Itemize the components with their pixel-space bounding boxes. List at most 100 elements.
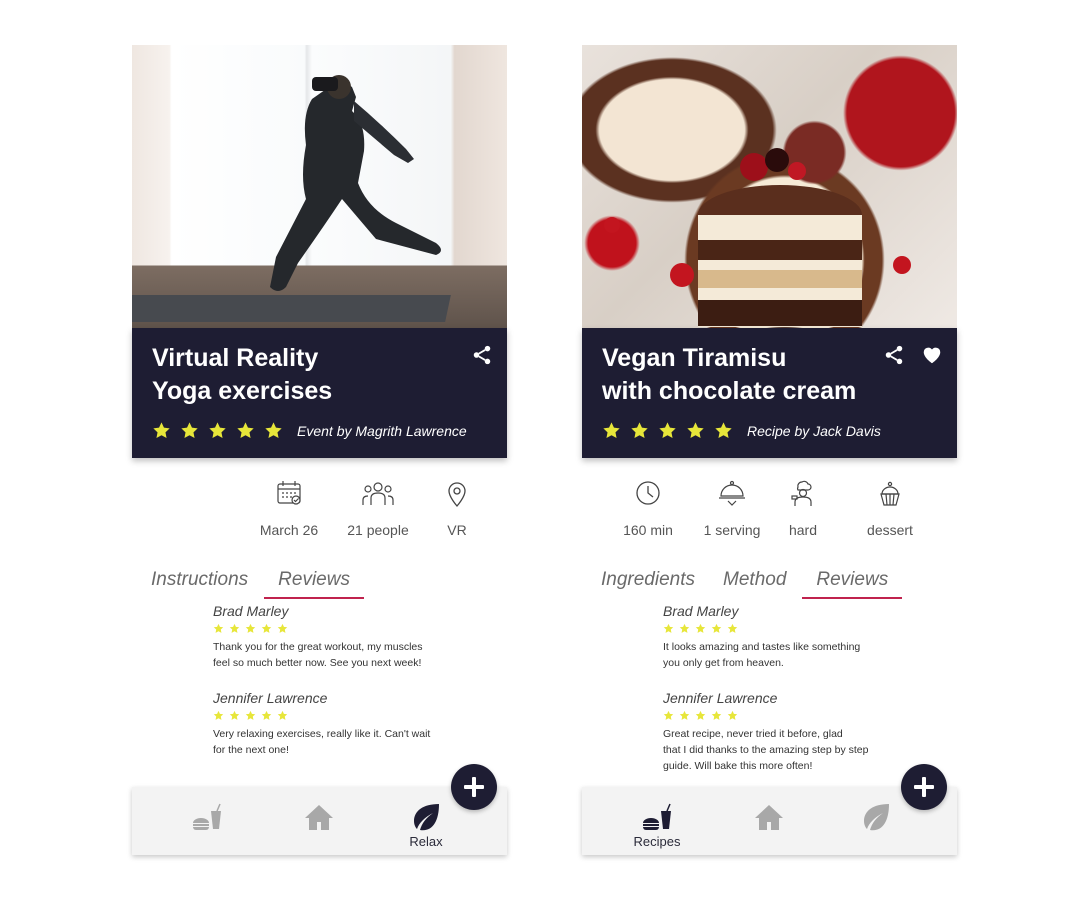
star-icon: [245, 710, 256, 721]
dessert-hero-image: [582, 45, 957, 328]
bottom-navigation: Recipes: [582, 787, 957, 855]
bottom-navigation: Relax: [132, 787, 507, 855]
review-stars: [663, 623, 903, 634]
tab-ingredients[interactable]: Ingredients: [587, 565, 709, 597]
card-rating: Recipe by Jack Davis: [602, 421, 881, 440]
location-pin-icon: [448, 482, 466, 507]
content-tabs: Ingredients Method Reviews: [587, 565, 903, 599]
star-icon: [180, 421, 199, 440]
reviewer-name: Brad Marley: [663, 603, 739, 619]
reviews-list: Brad Marley Thank you for the great work…: [213, 603, 453, 777]
chef-icon: [791, 480, 812, 506]
cupcake-icon: [880, 481, 900, 506]
nav-item-home[interactable]: [289, 801, 349, 833]
star-icon: [711, 623, 722, 634]
info-label: hard: [788, 522, 818, 538]
card-title: Vegan Tiramisu with chocolate cream: [602, 344, 857, 405]
reviewer-name: Brad Marley: [213, 603, 289, 619]
info-label: 1 serving: [703, 522, 761, 538]
share-icon[interactable]: [883, 344, 905, 366]
home-icon: [305, 805, 333, 830]
star-icon: [152, 421, 171, 440]
star-icon: [658, 421, 677, 440]
tab-reviews[interactable]: Reviews: [264, 565, 364, 599]
info-label: 21 people: [347, 522, 409, 538]
star-icon: [711, 710, 722, 721]
reviewer-name: Jennifer Lawrence: [213, 690, 328, 706]
star-icon: [213, 623, 224, 634]
reviews-list: Brad Marley It looks amazing and tastes …: [663, 603, 903, 793]
star-icon: [213, 710, 224, 721]
recipe-byline: Recipe by Jack Davis: [747, 422, 881, 439]
leaf-icon: [864, 804, 889, 831]
recipe-screen: Vegan Tiramisu with chocolate cream Reci…: [582, 45, 957, 855]
nav-item-recipes[interactable]: [177, 801, 237, 833]
review-text: It looks amazing and tastes like somethi…: [663, 641, 861, 669]
star-icon: [679, 623, 690, 634]
review-item: Brad Marley Thank you for the great work…: [213, 603, 453, 671]
reviewer-name: Jennifer Lawrence: [663, 690, 778, 706]
info-label: dessert: [867, 522, 913, 538]
tab-reviews[interactable]: Reviews: [802, 565, 903, 599]
review-item: Jennifer Lawrence Very relaxing exercise…: [213, 690, 453, 758]
star-icon: [727, 623, 738, 634]
review-stars: [663, 710, 903, 721]
nav-item-relax[interactable]: [846, 801, 906, 833]
star-icon: [663, 623, 674, 634]
nav-item-relax[interactable]: Relax: [396, 801, 456, 849]
star-icon: [264, 421, 283, 440]
star-icon: [686, 421, 705, 440]
star-icon: [679, 710, 690, 721]
home-icon: [755, 805, 783, 830]
review-text: Great recipe, never tried it before, gla…: [663, 728, 869, 772]
dessert-illustration: [604, 148, 911, 327]
info-label: March 26: [259, 522, 319, 538]
star-icon: [695, 623, 706, 634]
add-button[interactable]: [451, 764, 497, 810]
star-icon: [261, 710, 272, 721]
event-byline: Event by Magrith Lawrence: [297, 422, 467, 439]
event-info-row: March 26 21 people VR: [259, 478, 477, 538]
recipe-info-row: 160 min 1 serving hard dessert: [619, 478, 915, 538]
review-item: Jennifer Lawrence Great recipe, never tr…: [663, 690, 903, 774]
rating-stars: [152, 421, 283, 440]
info-servings: 1 serving: [701, 478, 763, 538]
star-icon: [695, 710, 706, 721]
heart-icon[interactable]: [921, 344, 943, 366]
nav-label: Recipes: [633, 834, 681, 849]
review-item: Brad Marley It looks amazing and tastes …: [663, 603, 903, 671]
leaf-icon: [414, 804, 439, 831]
calendar-icon: [277, 481, 301, 505]
review-text: Thank you for the great workout, my musc…: [213, 641, 423, 669]
star-icon: [229, 710, 240, 721]
plus-icon: [914, 777, 934, 797]
info-date: March 26: [259, 478, 319, 538]
food-drink-icon: [193, 803, 221, 830]
info-location: VR: [437, 478, 477, 538]
star-icon: [236, 421, 255, 440]
info-difficulty: hard: [783, 478, 823, 538]
nav-item-recipes[interactable]: Recipes: [627, 801, 687, 849]
tab-instructions[interactable]: Instructions: [137, 565, 262, 597]
review-text: Very relaxing exercises, really like it.…: [213, 728, 431, 756]
star-icon: [727, 710, 738, 721]
star-icon: [630, 421, 649, 440]
content-tabs: Instructions Reviews: [137, 565, 364, 599]
food-drink-icon: [643, 803, 671, 830]
tab-method[interactable]: Method: [709, 565, 800, 597]
nav-label: Relax: [409, 834, 443, 849]
info-label: 160 min: [623, 522, 673, 538]
review-stars: [213, 710, 453, 721]
star-icon: [663, 710, 674, 721]
star-icon: [714, 421, 733, 440]
share-icon[interactable]: [471, 344, 493, 366]
info-people: 21 people: [343, 478, 413, 538]
info-label: VR: [447, 522, 467, 538]
add-button[interactable]: [901, 764, 947, 810]
recipe-title-card: Vegan Tiramisu with chocolate cream Reci…: [582, 328, 957, 458]
people-icon: [362, 482, 394, 505]
nav-item-home[interactable]: [739, 801, 799, 833]
star-icon: [245, 623, 256, 634]
star-icon: [277, 710, 288, 721]
plus-icon: [464, 777, 484, 797]
